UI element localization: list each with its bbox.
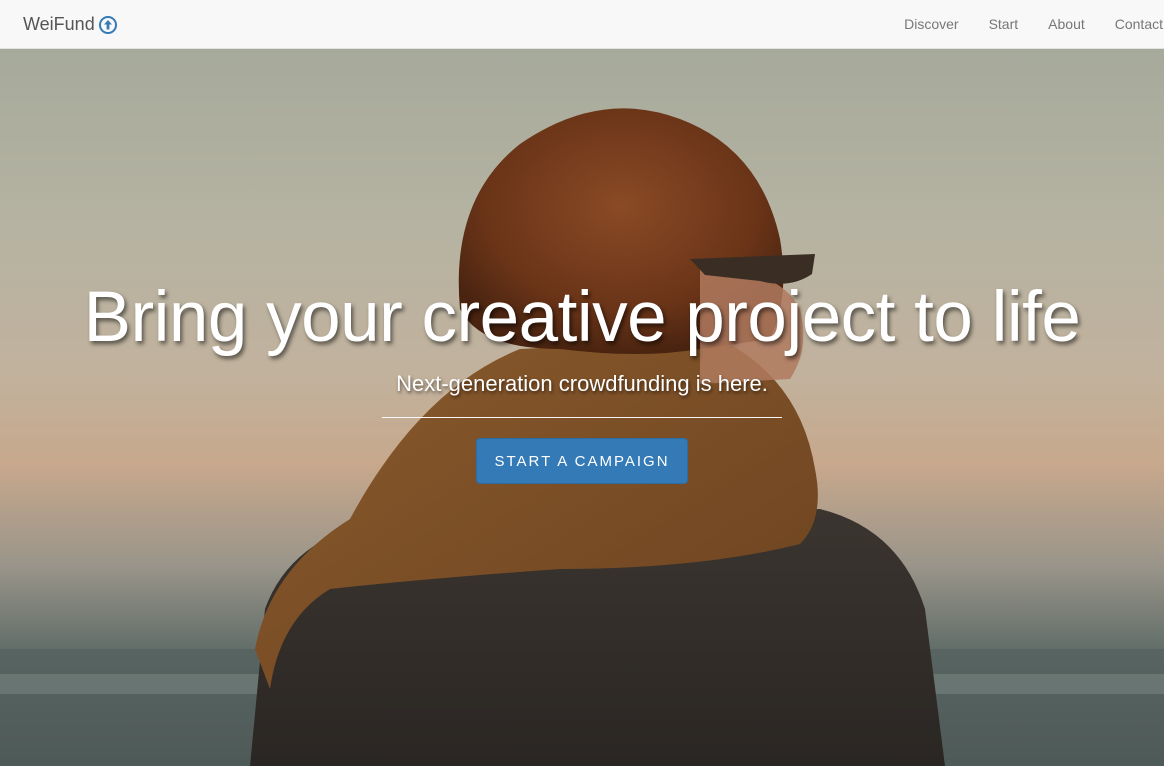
hero-subtitle: Next-generation crowdfunding is here. (396, 371, 768, 396)
hero-section: Bring your creative project to life Next… (0, 49, 1164, 766)
nav-link-discover[interactable]: Discover (889, 0, 973, 48)
brand-name: WeiFund (23, 14, 95, 34)
hero-divider (382, 417, 782, 418)
nav-link-contact[interactable]: Contact (1100, 0, 1164, 48)
top-navbar: WeiFund Discover Start About Contact (0, 0, 1164, 49)
nav-menu: Discover Start About Contact (889, 0, 1164, 48)
arrow-up-circle-icon (98, 15, 117, 34)
nav-item-about: About (1033, 0, 1100, 48)
nav-link-start[interactable]: Start (974, 0, 1034, 48)
nav-item-contact: Contact (1100, 0, 1164, 48)
nav-item-discover: Discover (889, 0, 973, 48)
start-campaign-button[interactable]: Start a campaign (476, 438, 688, 484)
hero-content: Bring your creative project to life Next… (0, 276, 1164, 484)
brand-link[interactable]: WeiFund (23, 14, 117, 35)
hero-title: Bring your creative project to life (83, 278, 1081, 357)
nav-item-start: Start (974, 0, 1034, 48)
nav-link-about[interactable]: About (1033, 0, 1100, 48)
page: WeiFund Discover Start About Contact Bri… (0, 0, 1164, 766)
